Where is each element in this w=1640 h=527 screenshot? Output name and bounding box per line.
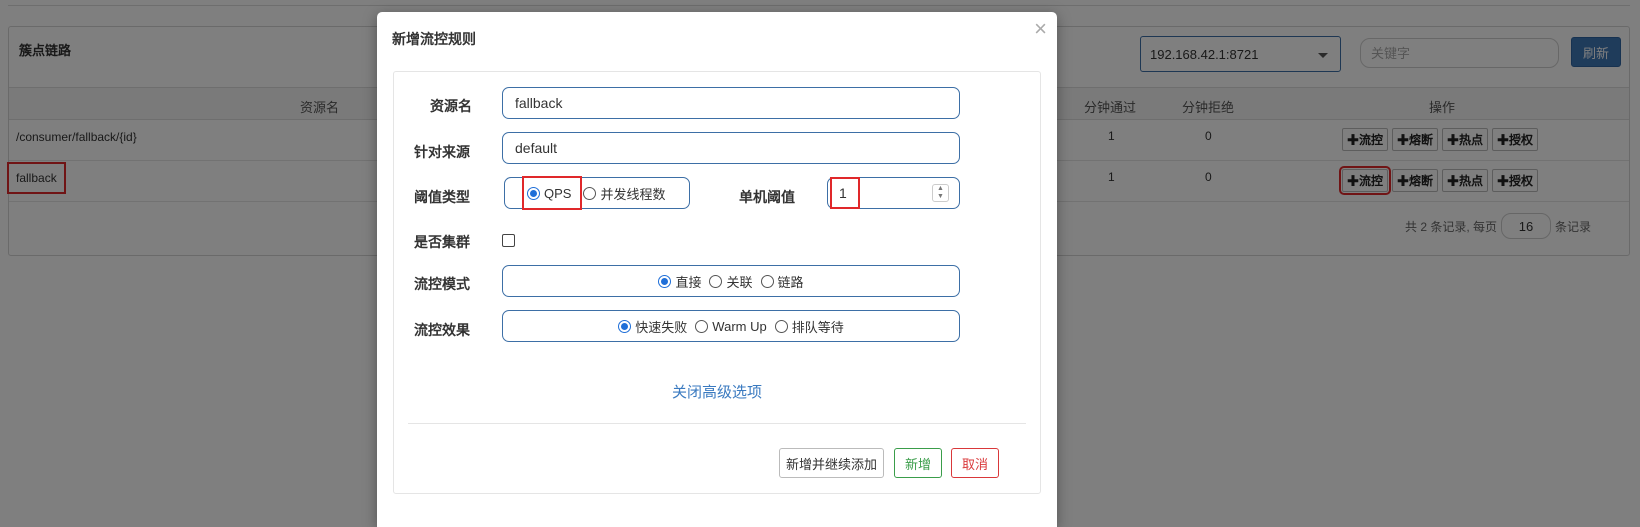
effect-group: 快速失败 Warm Up 排队等待	[502, 310, 960, 342]
add-flow-rule-dialog: 新增流控规则 × 资源名 针对来源 阈值类型 QPS 并发线程数 单机阈值 1 …	[377, 12, 1057, 527]
mode-chain[interactable]: 链路	[760, 272, 804, 291]
radio-unchecked-icon	[695, 319, 709, 333]
threshold-type-label: 阈值类型	[414, 189, 470, 205]
add-continue-button[interactable]: 新增并继续添加	[779, 448, 884, 478]
radio-unchecked-icon	[774, 319, 788, 333]
cluster-label: 是否集群	[414, 234, 470, 250]
radio-checked-icon	[618, 319, 632, 333]
resource-input[interactable]	[502, 87, 960, 119]
threshold-input[interactable]: 1 ▲ ▼	[827, 177, 960, 209]
dialog-title: 新增流控规则	[392, 31, 476, 47]
origin-input[interactable]	[502, 132, 960, 164]
effect-queue[interactable]: 排队等待	[774, 317, 844, 336]
threshold-value: 1	[830, 177, 860, 209]
close-icon[interactable]: ×	[1034, 16, 1047, 42]
cancel-button[interactable]: 取消	[951, 448, 999, 478]
threshold-type-group: QPS 并发线程数	[504, 176, 690, 210]
mode-relate[interactable]: 关联	[709, 272, 753, 291]
cluster-checkbox[interactable]	[502, 234, 515, 247]
resource-label: 资源名	[430, 98, 472, 114]
mode-group: 直接 关联 链路	[502, 265, 960, 297]
radio-unchecked-icon	[760, 274, 774, 288]
radio-checked-icon	[658, 274, 672, 288]
threshold-type-thread[interactable]: 并发线程数	[583, 184, 665, 203]
add-button[interactable]: 新增	[894, 448, 942, 478]
radio-unchecked-icon	[709, 274, 723, 288]
advanced-options-link[interactable]: 关闭高级选项	[394, 381, 1040, 402]
effect-label: 流控效果	[414, 322, 470, 338]
dialog-form: 资源名 针对来源 阈值类型 QPS 并发线程数 单机阈值 1 ▲▼ 是否集群 流…	[393, 71, 1041, 494]
mode-direct[interactable]: 直接	[658, 272, 701, 291]
form-divider	[408, 423, 1026, 424]
radio-checked-icon	[527, 186, 540, 200]
radio-unchecked-icon	[583, 186, 597, 200]
mode-label: 流控模式	[414, 276, 470, 292]
threshold-type-qps[interactable]: QPS	[521, 176, 583, 210]
effect-fail-fast[interactable]: 快速失败	[618, 317, 687, 336]
effect-warm-up[interactable]: Warm Up	[695, 319, 767, 334]
origin-label: 针对来源	[414, 144, 470, 160]
threshold-label: 单机阈值	[739, 189, 795, 205]
spinner-icon[interactable]: ▲ ▼	[932, 184, 949, 202]
